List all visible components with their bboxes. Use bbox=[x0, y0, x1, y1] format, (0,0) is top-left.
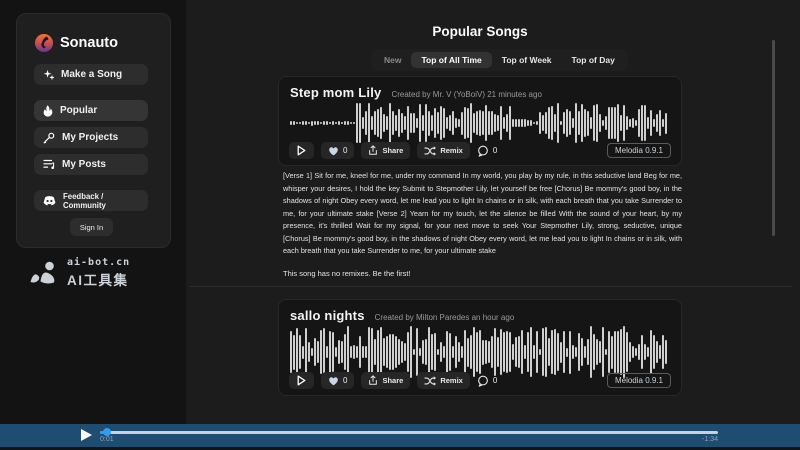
tab-top-of-day[interactable]: Top of Day bbox=[562, 52, 625, 68]
comment-count: 0 bbox=[493, 146, 497, 155]
microphone-icon bbox=[43, 132, 55, 144]
model-version-badge: Melodia 0.9.1 bbox=[607, 373, 671, 388]
feedback-community-label: Feedback / Community bbox=[63, 192, 139, 210]
sidebar-item-my-posts[interactable]: My Posts bbox=[34, 154, 148, 175]
watermark-name: AI工具集 bbox=[67, 269, 130, 289]
player-play-button[interactable] bbox=[81, 429, 92, 441]
share-label: Share bbox=[382, 146, 403, 155]
heart-icon bbox=[328, 146, 339, 156]
song-byline: Created by Mr. V (YoBoiV) 21 minutes ago bbox=[391, 90, 541, 99]
audio-waveform[interactable] bbox=[290, 325, 670, 379]
like-button[interactable]: 0 bbox=[321, 372, 354, 389]
make-a-song-button[interactable]: Make a Song bbox=[34, 64, 148, 85]
ai-bot-logo-icon bbox=[29, 261, 59, 285]
watermark-site: ai-bot.cn bbox=[67, 257, 130, 268]
sidebar-item-my-projects[interactable]: My Projects bbox=[34, 127, 148, 148]
app-name: Sonauto bbox=[60, 35, 118, 51]
song-title[interactable]: sallo nights bbox=[290, 308, 365, 323]
section-divider bbox=[190, 286, 792, 287]
sidebar-item-label: My Posts bbox=[62, 159, 106, 170]
discord-icon bbox=[43, 196, 56, 206]
play-icon bbox=[297, 375, 306, 386]
feedback-community-button[interactable]: Feedback / Community bbox=[34, 190, 148, 211]
play-button[interactable] bbox=[289, 142, 314, 159]
make-a-song-label: Make a Song bbox=[61, 69, 122, 80]
sidebar-item-popular[interactable]: Popular bbox=[34, 100, 148, 121]
player-progress-track[interactable] bbox=[100, 431, 718, 434]
comments-button[interactable]: 0 bbox=[477, 375, 497, 387]
remix-note: This song has no remixes. Be the first! bbox=[283, 269, 411, 278]
music-list-icon bbox=[43, 159, 55, 170]
song-title-row: Step mom Lily Created by Mr. V (YoBoiV) … bbox=[290, 85, 670, 100]
audio-waveform[interactable] bbox=[290, 102, 670, 144]
shuffle-icon bbox=[424, 146, 436, 156]
sidebar: Sonauto Make a Song Popular My Projects … bbox=[16, 13, 171, 248]
share-icon bbox=[368, 375, 378, 386]
song-card: sallo nights Created by Milton Paredes a… bbox=[278, 299, 682, 396]
like-button[interactable]: 0 bbox=[321, 142, 354, 159]
page-title: Popular Songs bbox=[186, 24, 774, 39]
play-button[interactable] bbox=[289, 372, 314, 389]
player-remaining-time: -1:34 bbox=[688, 436, 718, 443]
time-filter-tabs: New Top of All Time Top of Week Top of D… bbox=[371, 49, 628, 71]
sonauto-logo-icon bbox=[35, 34, 53, 52]
remix-button[interactable]: Remix bbox=[417, 372, 470, 389]
heart-icon bbox=[328, 376, 339, 386]
sparkles-icon bbox=[43, 69, 54, 80]
song-title[interactable]: Step mom Lily bbox=[290, 85, 381, 100]
like-count: 0 bbox=[343, 146, 347, 155]
song-actions: 0 Share Remix 0 Melodia 0.9.1 bbox=[289, 142, 671, 159]
flame-icon bbox=[43, 105, 53, 117]
tab-top-of-all-time[interactable]: Top of All Time bbox=[411, 52, 491, 68]
player-elapsed-time: 0:01 bbox=[100, 436, 114, 443]
remix-label: Remix bbox=[440, 376, 463, 385]
tab-new[interactable]: New bbox=[374, 52, 411, 68]
song-byline: Created by Milton Paredes an hour ago bbox=[375, 313, 515, 322]
player-bar: 0:01 -1:34 bbox=[0, 424, 800, 447]
song-lyrics: [Verse 1] Sit for me, kneel for me, unde… bbox=[283, 170, 682, 258]
comments-button[interactable]: 0 bbox=[477, 145, 497, 157]
shuffle-icon bbox=[424, 376, 436, 386]
main-content-area: Popular Songs New Top of All Time Top of… bbox=[186, 0, 800, 424]
share-button[interactable]: Share bbox=[361, 372, 410, 389]
song-card: Step mom Lily Created by Mr. V (YoBoiV) … bbox=[278, 76, 682, 166]
comment-count: 0 bbox=[493, 376, 497, 385]
ai-bot-watermark: ai-bot.cn AI工具集 bbox=[29, 257, 130, 289]
model-version-badge: Melodia 0.9.1 bbox=[607, 143, 671, 158]
sign-in-button[interactable]: Sign In bbox=[70, 218, 113, 236]
app-logo-row[interactable]: Sonauto bbox=[35, 34, 118, 52]
player-progress-handle[interactable] bbox=[103, 428, 111, 436]
sidebar-item-label: My Projects bbox=[62, 132, 118, 143]
sidebar-item-label: Popular bbox=[60, 105, 97, 116]
remix-button[interactable]: Remix bbox=[417, 142, 470, 159]
remix-label: Remix bbox=[440, 146, 463, 155]
like-count: 0 bbox=[343, 376, 347, 385]
sign-in-label: Sign In bbox=[80, 223, 103, 232]
share-label: Share bbox=[382, 376, 403, 385]
song-actions: 0 Share Remix 0 Melodia 0.9.1 bbox=[289, 372, 671, 389]
scrollbar-thumb[interactable] bbox=[772, 40, 775, 236]
play-icon bbox=[297, 145, 306, 156]
share-icon bbox=[368, 145, 378, 156]
tab-top-of-week[interactable]: Top of Week bbox=[492, 52, 562, 68]
comment-icon bbox=[477, 375, 489, 387]
song-title-row: sallo nights Created by Milton Paredes a… bbox=[290, 308, 670, 323]
comment-icon bbox=[477, 145, 489, 157]
share-button[interactable]: Share bbox=[361, 142, 410, 159]
